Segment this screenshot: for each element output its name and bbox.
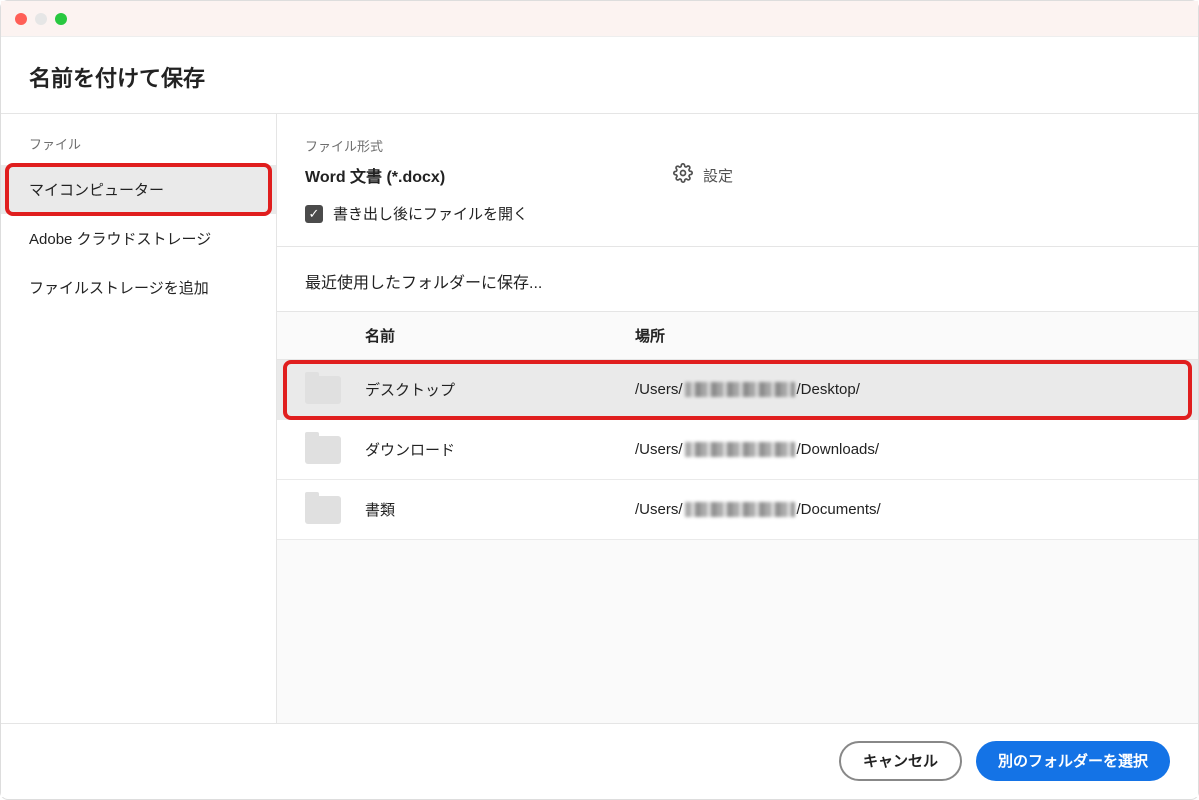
open-after-export-checkbox[interactable]: ✓ (305, 205, 323, 223)
gear-icon (673, 163, 693, 187)
folder-path: /Users/ /Documents/ (635, 501, 1170, 518)
folder-path: /Users/ /Downloads/ (635, 441, 1170, 458)
folder-name: 書類 (365, 499, 635, 520)
column-header-name[interactable]: 名前 (365, 325, 635, 346)
sidebar-section-label: ファイル (1, 134, 276, 165)
file-format-label: ファイル形式 (305, 136, 1170, 155)
close-window-button[interactable] (15, 13, 27, 25)
dialog-footer: キャンセル 別のフォルダーを選択 (1, 723, 1198, 797)
censored-username (685, 382, 795, 397)
file-format-value: Word 文書 (*.docx) (305, 163, 625, 187)
folder-icon (305, 496, 341, 524)
minimize-window-button[interactable] (35, 13, 47, 25)
folder-row-desktop[interactable]: デスクトップ /Users/ /Desktop/ (277, 360, 1198, 420)
dialog-title: 名前を付けて保存 (29, 61, 1170, 93)
maximize-window-button[interactable] (55, 13, 67, 25)
table-header: 名前 場所 (277, 312, 1198, 360)
file-format-section: ファイル形式 Word 文書 (*.docx) 設定 ✓ (277, 114, 1198, 247)
folder-row-documents[interactable]: 書類 /Users/ /Documents/ (277, 480, 1198, 540)
dialog-header: 名前を付けて保存 (1, 37, 1198, 113)
folder-row-downloads[interactable]: ダウンロード /Users/ /Downloads/ (277, 420, 1198, 480)
folder-icon (305, 376, 341, 404)
censored-username (685, 502, 795, 517)
check-icon: ✓ (309, 206, 320, 222)
sidebar: ファイル マイコンピューター Adobe クラウドストレージ ファイルストレージ… (1, 114, 277, 723)
recent-folders-table: 名前 場所 デスクトップ /Users/ /Desktop/ ダウンロード (277, 311, 1198, 723)
settings-label: 設定 (703, 165, 733, 186)
sidebar-item-add-storage[interactable]: ファイルストレージを追加 (1, 263, 276, 312)
window-titlebar (1, 1, 1198, 37)
main-panel: ファイル形式 Word 文書 (*.docx) 設定 ✓ (277, 114, 1198, 723)
open-after-export-label: 書き出し後にファイルを開く (333, 203, 528, 224)
settings-button[interactable]: 設定 (673, 163, 733, 187)
folder-path: /Users/ /Desktop/ (635, 381, 1170, 398)
recent-folders-label: 最近使用したフォルダーに保存... (277, 247, 1198, 311)
cancel-button[interactable]: キャンセル (839, 741, 962, 781)
folder-icon (305, 436, 341, 464)
folder-name: デスクトップ (365, 379, 635, 400)
censored-username (685, 442, 795, 457)
choose-different-folder-button[interactable]: 別のフォルダーを選択 (976, 741, 1170, 781)
column-header-path[interactable]: 場所 (635, 325, 1170, 346)
sidebar-item-adobe-cloud[interactable]: Adobe クラウドストレージ (1, 214, 276, 263)
folder-name: ダウンロード (365, 439, 635, 460)
sidebar-item-my-computer[interactable]: マイコンピューター (1, 165, 276, 214)
